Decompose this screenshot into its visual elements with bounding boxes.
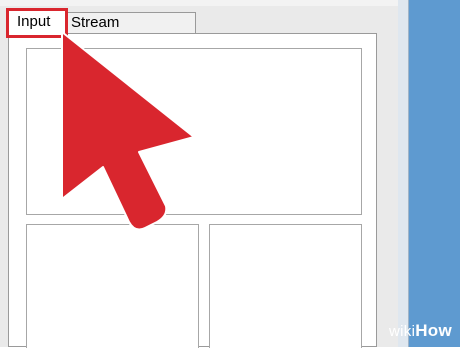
bottom-left-panel [26, 224, 199, 348]
watermark-how: How [415, 321, 452, 340]
desktop-background [398, 0, 460, 347]
tab-highlight-box [6, 8, 68, 38]
window-edge [398, 0, 409, 347]
tab-stream-processing[interactable]: Stream Processing [64, 12, 196, 51]
bottom-right-panel [209, 224, 362, 348]
input-tab-panel [8, 33, 377, 348]
watermark-wiki: wiki [389, 323, 416, 340]
top-panel [26, 48, 362, 215]
watermark-logo: wikiHow [389, 321, 452, 341]
